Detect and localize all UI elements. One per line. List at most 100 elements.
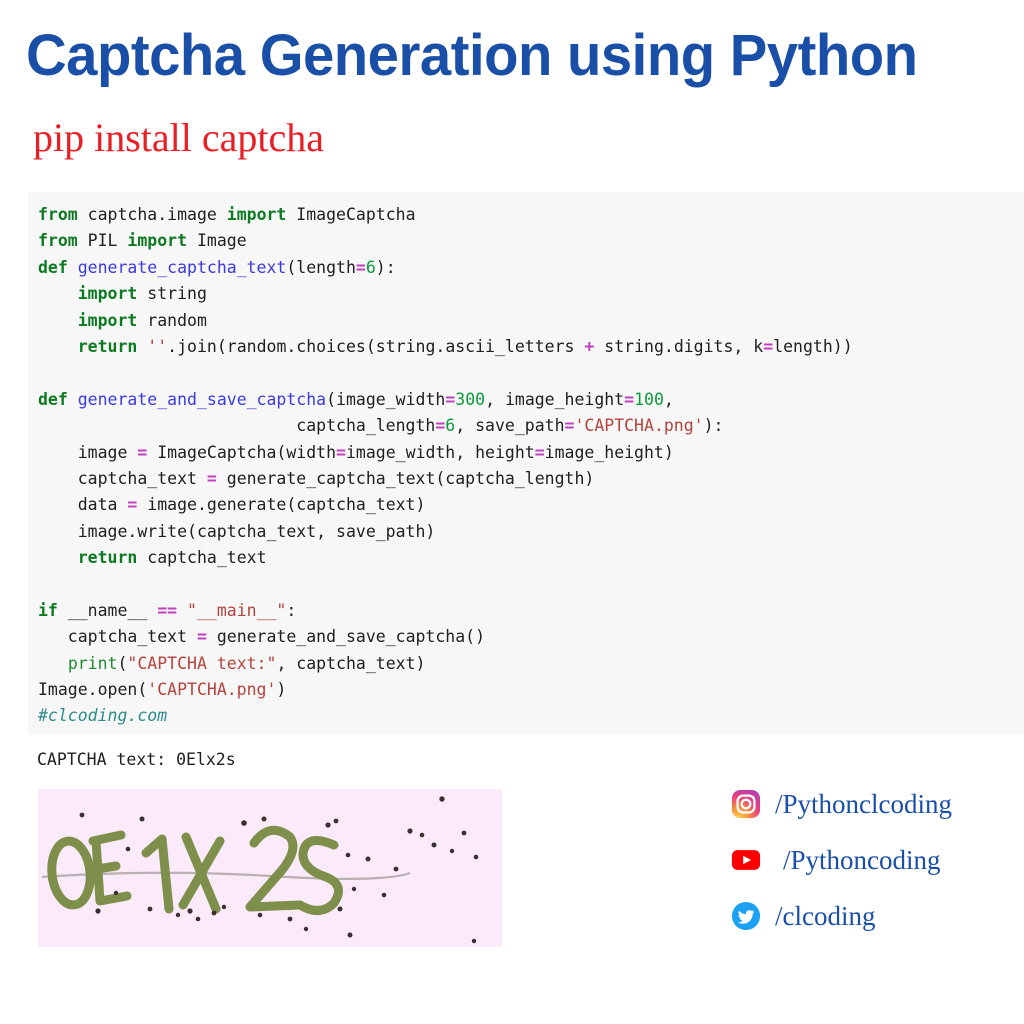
code-token: generate_captcha_text bbox=[77, 257, 287, 277]
code-token: import bbox=[77, 284, 138, 304]
code-line: #clcoding.com bbox=[38, 703, 1024, 729]
code-token: #clcoding.com bbox=[38, 706, 168, 726]
code-line: image = ImageCaptcha(width=image_width, … bbox=[38, 440, 1024, 466]
console-output-text: CAPTCHA text: 0Elx2s bbox=[37, 750, 236, 769]
code-token: captcha_text bbox=[38, 627, 197, 647]
code-line: Image.open('CAPTCHA.png') bbox=[38, 677, 1024, 703]
code-token: (image_width bbox=[326, 389, 446, 409]
code-token: image_width, height bbox=[345, 442, 535, 462]
code-token: import bbox=[77, 310, 138, 330]
code-token: "__main__" bbox=[187, 600, 287, 620]
code-token: 'CAPTCHA.png' bbox=[147, 680, 277, 700]
code-token: = bbox=[196, 627, 207, 647]
captcha-image bbox=[38, 789, 502, 947]
code-token: : bbox=[286, 600, 297, 620]
code-token: return bbox=[77, 336, 138, 356]
captcha-graphic bbox=[38, 789, 502, 947]
code-line: from captcha.image import ImageCaptcha bbox=[38, 202, 1024, 228]
code-token: = bbox=[534, 442, 545, 462]
code-token: image_height) bbox=[544, 442, 674, 462]
social-link-youtube[interactable]: /Pythoncoding bbox=[731, 832, 1021, 888]
code-token: import bbox=[226, 205, 287, 224]
social-links: /Pythonclcoding /Pythoncoding /clcoding bbox=[731, 776, 1021, 944]
code-token: __name__ bbox=[57, 600, 158, 620]
social-label-twitter[interactable]: /clcoding bbox=[775, 901, 875, 932]
code-token: def bbox=[38, 389, 68, 409]
code-token: if bbox=[38, 600, 58, 620]
code-token: = bbox=[564, 416, 575, 436]
social-link-instagram[interactable]: /Pythonclcoding bbox=[731, 776, 1021, 832]
code-token: 6 bbox=[365, 257, 376, 277]
code-token: = bbox=[355, 257, 366, 277]
code-token: ImageCaptcha bbox=[286, 205, 416, 224]
code-token: = bbox=[127, 495, 138, 515]
code-token: = bbox=[206, 468, 217, 488]
code-token: captcha_text bbox=[137, 548, 267, 568]
twitter-icon[interactable] bbox=[731, 901, 761, 931]
code-token: print bbox=[67, 653, 118, 673]
code-token: Image.open( bbox=[38, 680, 148, 700]
code-token: = bbox=[137, 442, 148, 462]
code-token: captcha_text bbox=[38, 468, 207, 488]
code-token: Image bbox=[187, 231, 247, 251]
code-token: 'CAPTCHA.png' bbox=[574, 416, 704, 436]
code-block: from captcha.image import ImageCaptcha fr… bbox=[28, 192, 1024, 734]
code-token: image.generate(captcha_text) bbox=[137, 495, 426, 515]
code-line: if __name__ == "__main__": bbox=[38, 598, 1024, 624]
social-label-instagram[interactable]: /Pythonclcoding bbox=[775, 789, 952, 820]
code-line: return ''.join(random.choices(string.asc… bbox=[38, 334, 1024, 360]
code-token: "CAPTCHA text:" bbox=[127, 653, 277, 673]
code-line: data = image.generate(captcha_text) bbox=[38, 492, 1024, 518]
code-token: captcha_length bbox=[38, 416, 436, 436]
code-token: import bbox=[127, 231, 188, 251]
code-token: .join(random.choices(string.ascii_letter… bbox=[167, 336, 585, 356]
code-token: image bbox=[38, 442, 138, 462]
instagram-icon[interactable] bbox=[731, 789, 761, 819]
code-token: , save_path bbox=[455, 416, 565, 436]
code-token: 300 bbox=[455, 389, 486, 409]
code-token: ): bbox=[703, 416, 724, 436]
code-line: from PIL import Image bbox=[38, 228, 1024, 254]
code-token: generate_and_save_captcha bbox=[77, 389, 327, 409]
code-token: from bbox=[38, 205, 78, 224]
code-token: random bbox=[137, 310, 207, 330]
code-token: (length bbox=[286, 257, 356, 277]
code-line: captcha_length=6, save_path='CAPTCHA.png… bbox=[38, 413, 1024, 439]
code-line: def generate_and_save_captcha(image_widt… bbox=[38, 387, 1024, 413]
code-token: string.digits, k bbox=[594, 336, 764, 356]
code-token: data bbox=[38, 495, 128, 515]
code-token: ImageCaptcha(width bbox=[147, 442, 337, 462]
code-token: return bbox=[77, 548, 138, 568]
code-token: , image_height bbox=[485, 389, 625, 409]
code-line: return captcha_text bbox=[38, 545, 1024, 571]
code-token: , captcha_text) bbox=[276, 653, 426, 673]
code-token: = bbox=[435, 416, 446, 436]
code-line: captcha_text = generate_captcha_text(cap… bbox=[38, 466, 1024, 492]
social-label-youtube[interactable]: /Pythoncoding bbox=[783, 845, 941, 876]
code-line: import random bbox=[38, 308, 1024, 334]
code-line: import string bbox=[38, 281, 1024, 307]
social-link-twitter[interactable]: /clcoding bbox=[731, 888, 1021, 944]
code-token: 6 bbox=[445, 416, 456, 436]
code-token: generate_and_save_captcha() bbox=[206, 627, 486, 647]
code-token: , bbox=[663, 389, 674, 409]
code-token: def bbox=[38, 257, 68, 277]
code-token: generate_captcha_text(captcha_length) bbox=[216, 468, 595, 488]
code-token: ) bbox=[276, 680, 287, 700]
code-token: string bbox=[137, 284, 207, 304]
code-token: 100 bbox=[634, 389, 664, 409]
code-token: == bbox=[157, 600, 178, 620]
code-token: image.write(captcha_text, save_path) bbox=[38, 521, 436, 541]
youtube-icon[interactable] bbox=[731, 845, 761, 875]
code-token: captcha.image bbox=[77, 205, 227, 224]
